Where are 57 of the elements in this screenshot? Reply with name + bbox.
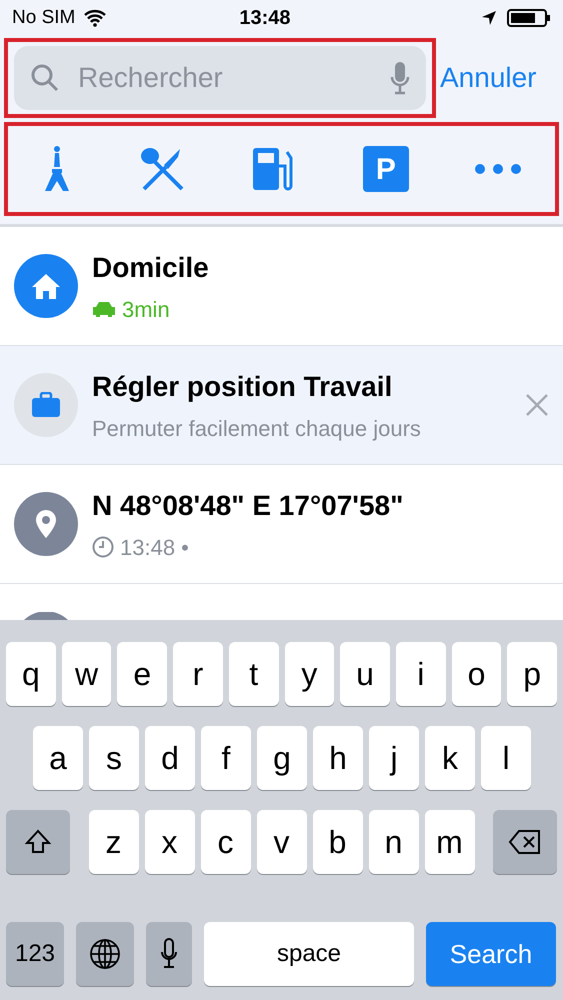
- letter-key[interactable]: t: [228, 642, 279, 706]
- letter-key[interactable]: w: [62, 642, 112, 706]
- globe-icon: [89, 938, 121, 970]
- letter-key[interactable]: a: [33, 726, 83, 790]
- letter-key[interactable]: s: [89, 726, 139, 790]
- letter-key[interactable]: m: [424, 810, 474, 874]
- letter-key[interactable]: n: [368, 810, 418, 874]
- letter-key[interactable]: k: [425, 726, 475, 790]
- place-title: N 48°08'48" E 17°07'58": [92, 488, 404, 522]
- place-title: Domicile: [92, 250, 210, 284]
- parking-icon[interactable]: P: [362, 146, 409, 192]
- letter-key[interactable]: o: [452, 642, 502, 706]
- letter-key[interactable]: c: [200, 810, 250, 874]
- place-detail: Permuter facilement chaque jours: [92, 414, 421, 443]
- car-icon: [92, 301, 116, 317]
- close-icon[interactable]: [525, 393, 549, 417]
- letter-key[interactable]: g: [257, 726, 307, 790]
- space-key[interactable]: space: [204, 922, 414, 986]
- letter-key[interactable]: f: [201, 726, 251, 790]
- letter-key[interactable]: z: [88, 810, 138, 874]
- letter-key[interactable]: l: [481, 726, 531, 790]
- backspace-key[interactable]: [493, 810, 557, 874]
- place-detail: 13:48 •: [120, 534, 189, 562]
- place-title: Régler position Travail: [92, 370, 394, 404]
- letter-key[interactable]: p: [507, 642, 558, 706]
- letter-key[interactable]: e: [117, 642, 168, 706]
- letter-key[interactable]: b: [312, 810, 362, 874]
- search-field[interactable]: Rechercher: [14, 46, 426, 110]
- letter-key[interactable]: h: [313, 726, 363, 790]
- battery-icon: [507, 8, 551, 28]
- letter-key[interactable]: u: [340, 642, 390, 706]
- microphone-icon: [160, 938, 178, 970]
- carrier-label: No SIM: [12, 6, 76, 30]
- letter-key[interactable]: v: [256, 810, 306, 874]
- search-icon: [30, 63, 60, 93]
- letter-key[interactable]: x: [144, 810, 194, 874]
- letter-key[interactable]: y: [284, 642, 334, 706]
- clock-icon: [92, 536, 114, 558]
- search-key[interactable]: Search: [426, 922, 556, 986]
- letter-key[interactable]: d: [145, 726, 195, 790]
- dictation-key[interactable]: [146, 922, 192, 986]
- letter-key[interactable]: q: [6, 642, 56, 706]
- wifi-icon: [83, 9, 108, 27]
- microphone-icon: [390, 61, 410, 95]
- backspace-icon: [508, 829, 542, 855]
- globe-key[interactable]: [76, 922, 134, 986]
- more-icon[interactable]: [474, 163, 522, 175]
- letter-key[interactable]: r: [173, 642, 223, 706]
- place-row[interactable]: Régler position Travail Permuter facilement chaque jours: [0, 346, 563, 465]
- shift-key[interactable]: [6, 810, 70, 874]
- shift-icon: [24, 828, 52, 856]
- letter-key[interactable]: i: [396, 642, 446, 706]
- clock-time: 13:48: [239, 6, 291, 31]
- location-arrow-icon: [481, 10, 497, 26]
- place-detail: 3min: [122, 296, 170, 324]
- letter-key[interactable]: j: [369, 726, 419, 790]
- numbers-key[interactable]: 123: [6, 922, 64, 986]
